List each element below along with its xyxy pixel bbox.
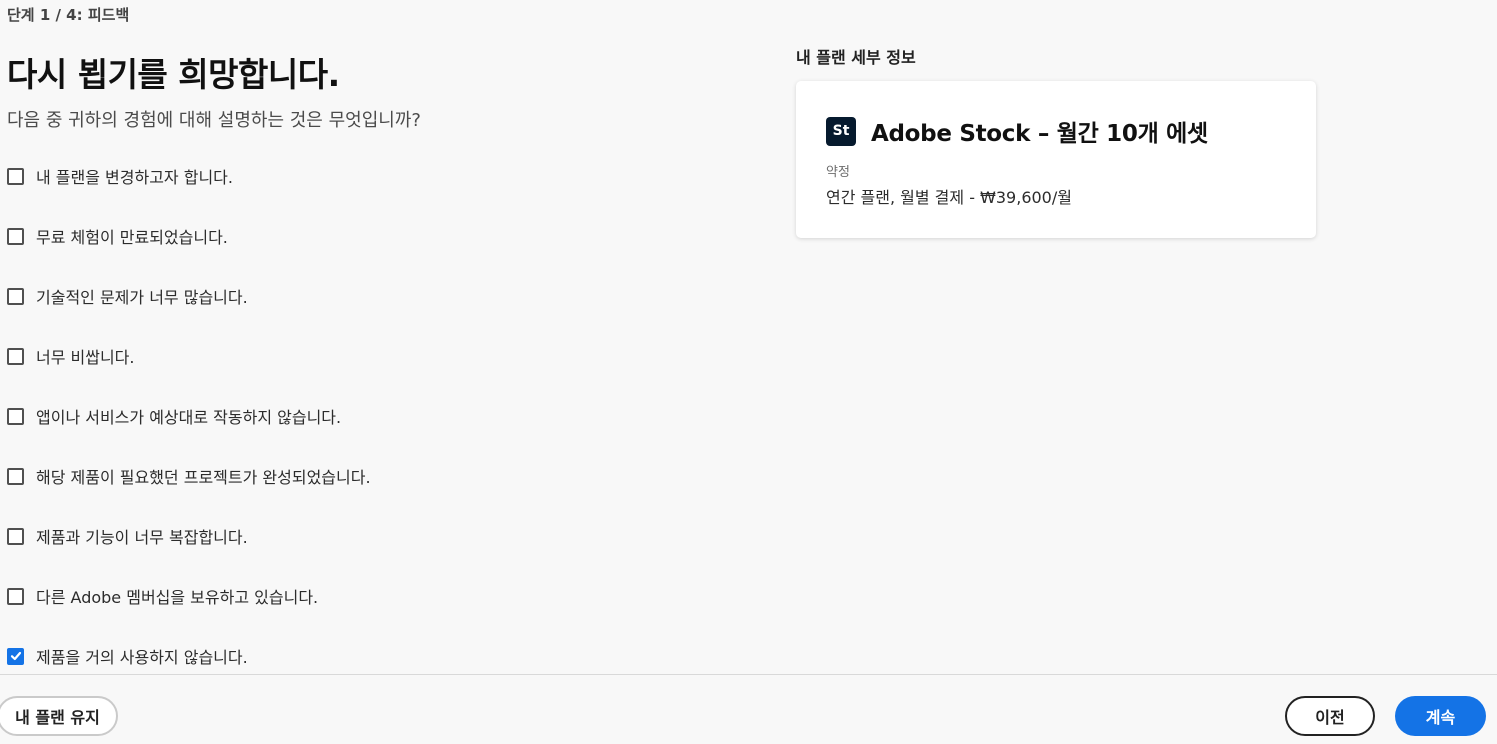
option-label: 해당 제품이 필요했던 프로젝트가 완성되었습니다. [36, 468, 371, 487]
checkbox[interactable] [7, 167, 24, 185]
option-label: 내 플랜을 변경하고자 합니다. [36, 168, 233, 187]
adobe-stock-icon: St [826, 116, 856, 146]
term-value: 연간 플랜, 월별 결제 - ₩39,600/월 [826, 188, 1072, 207]
option-label: 앱이나 서비스가 예상대로 작동하지 않습니다. [36, 408, 342, 427]
checkbox[interactable] [7, 287, 24, 305]
option-project-done[interactable]: 해당 제품이 필요했던 프로젝트가 완성되었습니다. [7, 462, 371, 490]
option-change-plan[interactable]: 내 플랜을 변경하고자 합니다. [7, 162, 371, 190]
option-rarely-used[interactable]: 제품을 거의 사용하지 않습니다. [7, 642, 371, 670]
term-label: 약정 [826, 165, 850, 180]
plan-name: Adobe Stock – 월간 10개 에셋 [871, 121, 1208, 147]
previous-button[interactable]: 이전 [1285, 696, 1375, 736]
plan-card: St Adobe Stock – 월간 10개 에셋 약정 연간 플랜, 월별 … [796, 81, 1316, 238]
continue-button[interactable]: 계속 [1395, 696, 1486, 736]
option-label: 제품과 기능이 너무 복잡합니다. [36, 528, 248, 547]
checkbox[interactable] [7, 227, 24, 245]
question-text: 다음 중 귀하의 경험에 대해 설명하는 것은 무엇입니까? [7, 110, 421, 131]
option-label: 다른 Adobe 멤버십을 보유하고 있습니다. [36, 588, 319, 607]
option-label: 너무 비쌉니다. [36, 348, 135, 367]
checkmark-icon [10, 651, 21, 661]
option-label: 기술적인 문제가 너무 많습니다. [36, 288, 248, 307]
option-too-expensive[interactable]: 너무 비쌉니다. [7, 342, 371, 370]
option-technical-issues[interactable]: 기술적인 문제가 너무 많습니다. [7, 282, 371, 310]
checkbox[interactable] [7, 527, 24, 545]
plan-details-heading: 내 플랜 세부 정보 [796, 48, 916, 67]
option-label: 제품을 거의 사용하지 않습니다. [36, 648, 248, 667]
keep-plan-button[interactable]: 내 플랜 유지 [0, 696, 118, 736]
plan-title-row: St Adobe Stock – 월간 10개 에셋 [826, 114, 1208, 148]
step-indicator: 단계 1 / 4: 피드백 [7, 6, 130, 24]
checkbox[interactable] [7, 407, 24, 425]
option-other-membership[interactable]: 다른 Adobe 멤버십을 보유하고 있습니다. [7, 582, 371, 610]
option-not-working[interactable]: 앱이나 서비스가 예상대로 작동하지 않습니다. [7, 402, 371, 430]
checkbox[interactable] [7, 467, 24, 485]
feedback-options: 내 플랜을 변경하고자 합니다. 무료 체험이 만료되었습니다. 기술적인 문제… [7, 162, 371, 702]
page-title: 다시 뵙기를 희망합니다. [7, 55, 340, 94]
option-too-complex[interactable]: 제품과 기능이 너무 복잡합니다. [7, 522, 371, 550]
checkbox[interactable] [7, 347, 24, 365]
footer-bar: 내 플랜 유지 이전 계속 [0, 674, 1497, 744]
option-trial-expired[interactable]: 무료 체험이 만료되었습니다. [7, 222, 371, 250]
checkbox[interactable] [7, 587, 24, 605]
cancel-plan-page: 단계 1 / 4: 피드백 다시 뵙기를 희망합니다. 다음 중 귀하의 경험에… [0, 0, 1497, 744]
checkbox-checked[interactable] [7, 647, 24, 665]
option-label: 무료 체험이 만료되었습니다. [36, 228, 228, 247]
